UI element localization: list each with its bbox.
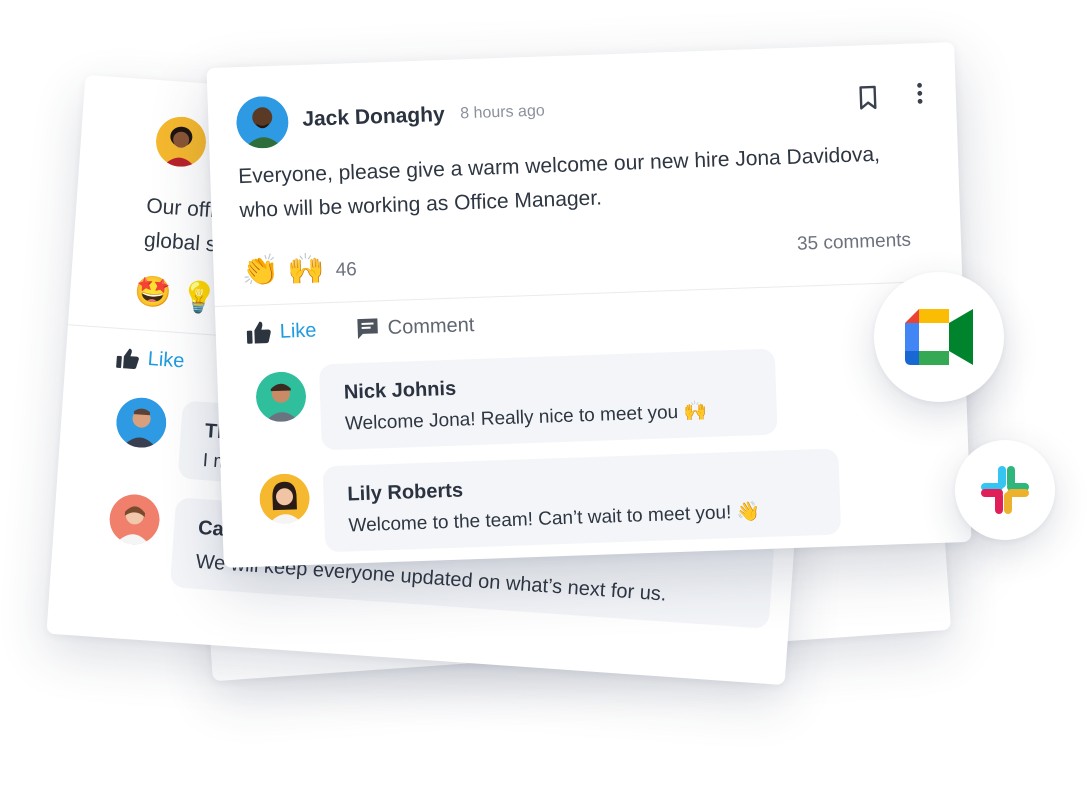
front-post-avatar [236,95,290,149]
back-comment-avatar-2 [108,493,161,546]
front-post-time: 8 hours ago [459,102,546,123]
front-post-card: Jack Donaghy 8 hours ago Everyone, pleas… [206,42,972,568]
back-comment-avatar-1 [115,396,168,449]
comment-icon [357,318,378,340]
slack-badge[interactable] [955,440,1055,540]
front-post-comment-button[interactable]: Comment [355,313,475,341]
lightbulb-emoji[interactable]: 💡 [179,280,219,316]
front-post-divider [214,279,963,308]
google-meet-badge[interactable] [874,272,1004,402]
front-post-reaction-count: 46 [335,259,358,281]
google-meet-icon [905,309,973,365]
front-post-comment-label: Comment [387,313,475,339]
star-struck-emoji[interactable]: 🤩 [133,275,173,311]
front-comment-bubble-1: Nick Johnis Welcome Jona! Really nice to… [318,348,778,451]
person-avatar-icon [259,473,310,525]
front-comment-text-1: Welcome Jona! Really nice to meet you 🙌 [344,400,708,435]
thumbs-up-icon [246,321,271,344]
clapping-hands-emoji[interactable]: 👏 [241,254,279,288]
front-post-comments-count[interactable]: 35 comments [797,230,912,256]
more-vertical-icon [917,82,923,104]
front-comment-avatar-1 [255,371,307,423]
person-avatar-icon [109,494,160,546]
more-options-button[interactable] [913,81,926,107]
person-avatar-icon [256,371,307,423]
front-comment-avatar-2 [259,473,311,525]
bookmark-icon [859,85,877,110]
raising-hands-emoji[interactable]: 🙌 [287,252,325,286]
slack-icon [981,466,1029,514]
person-avatar-icon [236,96,289,149]
front-comment-text-2: Welcome to the team! Can’t wait to meet … [348,501,761,537]
person-avatar-icon [116,397,167,449]
back-post-like-button[interactable]: Like [115,346,185,374]
front-comment-bubble-2: Lily Roberts Welcome to the team! Can’t … [322,448,842,553]
front-post-like-label: Like [279,319,317,343]
thumbs-up-icon [116,348,139,369]
front-comment-author-1[interactable]: Nick Johnis [344,378,457,405]
front-comment-author-2[interactable]: Lily Roberts [347,480,463,507]
bookmark-button[interactable] [858,85,879,112]
person-avatar-icon [156,116,207,168]
front-post-like-button[interactable]: Like [245,319,317,345]
back-post-like-label: Like [147,347,186,373]
front-post-author[interactable]: Jack Donaghy [302,103,445,132]
back-post-avatar [154,115,207,168]
